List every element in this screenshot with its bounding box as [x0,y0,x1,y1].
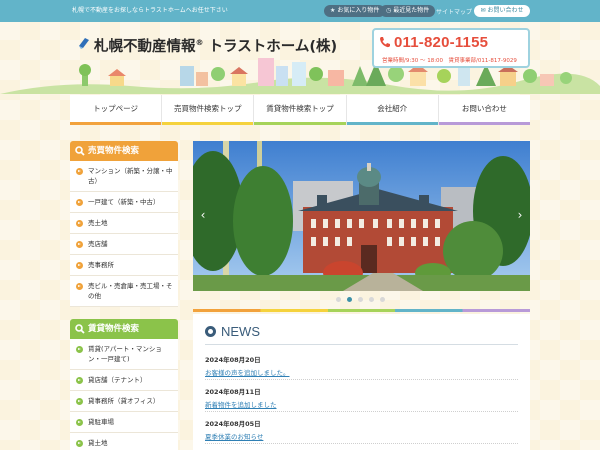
rent-item-label: 貸駐車場 [88,418,114,426]
sale-search-title: 売買物件検索 [88,146,140,156]
arrow-bullet-icon [76,440,83,447]
contact-top-label: お問い合わせ [487,7,524,14]
sale-item-store[interactable]: 売店舗 [70,234,178,255]
arrow-bullet-icon [76,241,83,248]
arrow-bullet-icon [76,199,83,206]
slider-dot-2[interactable] [347,297,352,302]
logo-mark-icon [79,38,89,49]
nav-top-page[interactable]: トップページ [70,95,163,125]
sale-item-land[interactable]: 売土地 [70,213,178,234]
header: 札幌不動産情報® トラストホーム(株) 011-820-1155 営業時間/9:… [0,22,600,94]
arrow-bullet-icon [76,377,83,384]
sale-item-mansion[interactable]: マンション（新築・分譲・中古） [70,161,178,192]
news-date: 2024年08月11日 [205,388,261,396]
arrow-bullet-icon [76,262,83,269]
arrow-bullet-icon [76,346,83,353]
sale-item-office[interactable]: 売事務所 [70,255,178,276]
logo-company: トラストホーム(株) [203,39,338,55]
nav-rent-search[interactable]: 賃貸物件検索トップ [254,95,347,125]
rent-item-parking[interactable]: 貸駐車場 [70,412,178,433]
sale-item-label: マンション（新築・分譲・中古） [88,167,173,185]
chevron-left-icon: ‹ [200,208,206,222]
rent-item-label: 貸事務所（貸オフィス） [88,397,160,405]
news-link[interactable]: お客様の声を追加しました。 [205,367,518,377]
chevron-right-icon: › [517,208,523,222]
favorites-label: お気に入り物件 [337,7,380,14]
sale-item-label: 売店舗 [88,240,108,248]
hero-slider: ‹ › [193,141,530,291]
site-tagline: 札幌で不動産をお探しならトラストホームへお任せ下さい [72,7,228,14]
news-link[interactable]: 夏季休業のお知らせ [205,431,518,441]
rent-search-title: 賃貸物件検索 [88,324,140,334]
recent-label: 最近見た物件 [393,7,430,14]
news-item: 2024年08月05日 夏季休業のお知らせ [205,414,518,444]
rent-item-label: 賃貸(アパート・マンション・一戸建て) [88,345,162,363]
phone-icon [380,37,390,48]
top-bar: 札幌で不動産をお探しならトラストホームへお任せ下さい ★ お気に入り物件 ◷ 最近見… [0,0,600,22]
recent-viewed-button[interactable]: ◷ 最近見た物件 [380,5,436,17]
slider-dot-5[interactable] [380,297,385,302]
rent-item-store[interactable]: 貸店舗（テナント） [70,370,178,391]
main-nav: トップページ 売買物件検索トップ 賃貸物件検索トップ 会社紹介 お問い合わせ [70,95,531,125]
arrow-bullet-icon [76,419,83,426]
slider-pagination [336,297,385,302]
rent-search-list: 賃貸(アパート・マンション・一戸建て) 貸店舗（テナント） 貸事務所（貸オフィス… [70,339,178,450]
arrow-bullet-icon [76,168,83,175]
star-icon: ★ [330,7,336,14]
contact-top-button[interactable]: ✉ お問い合わせ [474,5,530,17]
sale-item-label: 売土地 [88,219,108,227]
sale-item-building-other[interactable]: 売ビル・売倉庫・売工場・その他 [70,276,178,307]
rainbow-divider [193,309,530,312]
sale-search-heading: 売買物件検索 [70,141,178,161]
news-date: 2024年08月05日 [205,420,261,428]
sitemap-link[interactable]: サイトマップ [436,7,472,16]
logo-text: 札幌不動産情報 [94,39,196,55]
logo-registered-mark: ® [195,38,204,48]
slider-prev-button[interactable]: ‹ [197,207,209,223]
slider-dot-1[interactable] [336,297,341,302]
news-item: 2024年08月20日 お客様の声を追加しました。 [205,350,518,380]
slider-dot-4[interactable] [369,297,374,302]
news-divider [205,344,518,345]
sale-search-list: マンション（新築・分譲・中古） 一戸建て（新築・中古） 売土地 売店舗 売事務所… [70,161,178,307]
search-icon [75,146,85,156]
sale-item-house[interactable]: 一戸建て（新築・中古） [70,192,178,213]
business-hours: 営業時間/9:30 ～ 18:00 賃貸事業部/011-817-9029 [382,58,517,64]
favorites-button[interactable]: ★ お気に入り物件 [324,5,386,17]
clock-icon: ◷ [386,7,392,14]
news-link[interactable]: 新着物件を追加しました [205,399,518,409]
slider-next-button[interactable]: › [514,207,526,223]
arrow-bullet-icon [76,283,83,290]
rent-item-residential[interactable]: 賃貸(アパート・マンション・一戸建て) [70,339,178,370]
nav-contact[interactable]: お問い合わせ [438,95,531,125]
rent-item-label: 貸土地 [88,439,108,447]
slider-dot-3[interactable] [358,297,363,302]
sale-item-label: 売事務所 [88,261,114,269]
rent-search-heading: 賃貸物件検索 [70,319,178,339]
news-heading: NEWS [205,324,260,339]
phone-number: 011-820-1155 [394,34,489,51]
circle-icon [205,326,216,337]
rent-item-land[interactable]: 貸土地 [70,433,178,450]
news-date: 2024年08月20日 [205,356,261,364]
nav-sale-search[interactable]: 売買物件検索トップ [162,95,255,125]
rent-item-office[interactable]: 貸事務所（貸オフィス） [70,391,178,412]
nav-company[interactable]: 会社紹介 [346,95,439,125]
mail-icon: ✉ [480,7,486,14]
slide-photo-red-brick-building [193,141,530,291]
news-title: NEWS [221,324,260,339]
arrow-bullet-icon [76,398,83,405]
site-logo[interactable]: 札幌不動産情報® トラストホーム(株) [94,35,337,56]
search-icon [75,324,85,334]
news-section: NEWS 2024年08月20日 お客様の声を追加しました。 2024年08月1… [193,314,530,450]
rent-item-label: 貸店舗（テナント） [88,376,147,384]
news-item: 2024年08月11日 新着物件を追加しました [205,382,518,412]
sale-item-label: 売ビル・売倉庫・売工場・その他 [88,282,173,300]
sale-item-label: 一戸建て（新築・中古） [88,198,160,206]
arrow-bullet-icon [76,220,83,227]
phone-box[interactable]: 011-820-1155 営業時間/9:30 ～ 18:00 賃貸事業部/011… [372,28,530,68]
